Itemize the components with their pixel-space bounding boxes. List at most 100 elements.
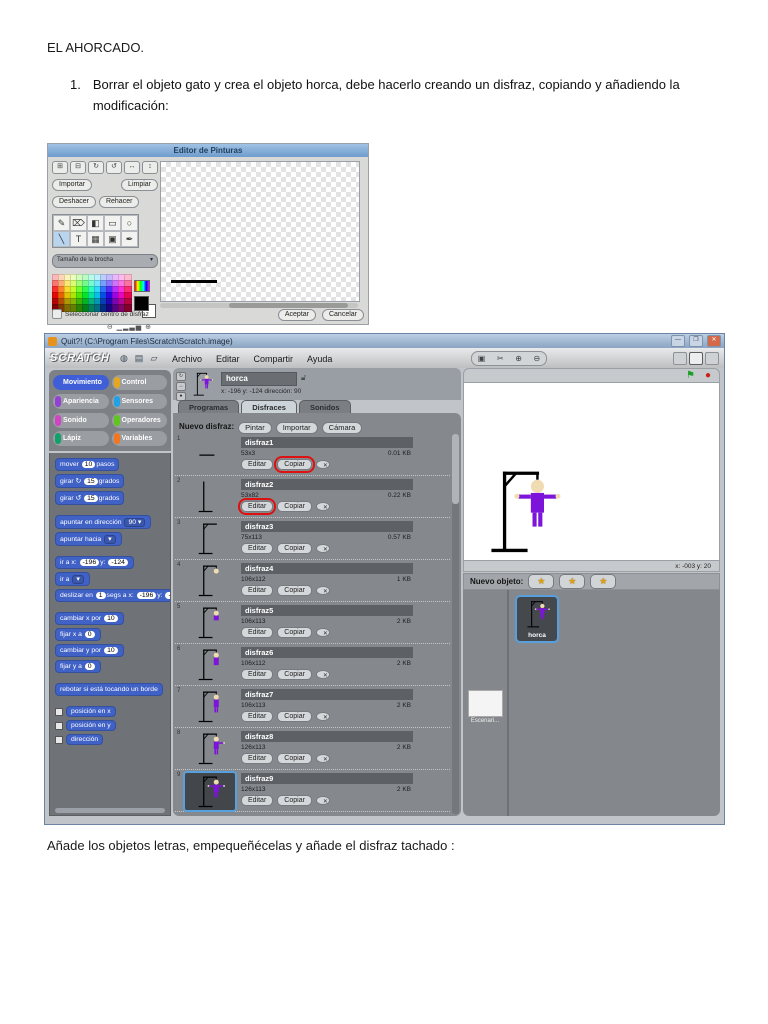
costume-copy-button[interactable]: Copiar (277, 711, 312, 722)
x-delete-icon[interactable]: ✕ (315, 544, 330, 553)
costume-edit-button[interactable]: Editar (241, 795, 274, 806)
text-icon[interactable]: T (70, 231, 87, 247)
costume-name[interactable]: disfraz5 (241, 605, 413, 616)
costume-copy-button[interactable]: Copiar (277, 501, 312, 512)
costume-name[interactable]: disfraz3 (241, 521, 413, 532)
block[interactable]: ir a x: -196 y: -124 (55, 556, 134, 569)
costume-copy-button[interactable]: Copiar (277, 753, 312, 764)
undo-button[interactable]: Deshacer (52, 196, 96, 208)
shrink-sprite-icon[interactable]: ⊖ (533, 353, 540, 365)
costume-copy-button[interactable]: Copiar (277, 585, 312, 596)
costume-thumbnail[interactable] (185, 562, 235, 599)
rotate-ccw-icon[interactable]: ↺ (106, 161, 122, 174)
costume-name[interactable]: disfraz4 (241, 563, 413, 574)
block[interactable]: apuntar en dirección 90 ▾ (55, 515, 152, 529)
costume-thumbnail[interactable] (185, 604, 235, 641)
tab-programas[interactable]: Programas (178, 400, 240, 414)
menu-compartir[interactable]: Compartir (254, 354, 294, 364)
block[interactable]: girar ↻ 15 grados (55, 474, 125, 488)
block-value[interactable]: 10 (81, 461, 96, 468)
category-control[interactable]: Control (111, 375, 167, 390)
select-icon[interactable]: ▦ (87, 231, 104, 247)
new-costume-pintar-button[interactable]: Pintar (238, 422, 272, 434)
costume-copy-button[interactable]: Copiar (277, 543, 312, 554)
costume-edit-button[interactable]: Editar (241, 627, 274, 638)
sprite-list-item-horca[interactable]: horca (515, 595, 559, 643)
new-costume-cámara-button[interactable]: Cámara (321, 422, 363, 434)
import-button[interactable]: Importar (52, 179, 93, 191)
block-value[interactable]: 0 (84, 631, 95, 638)
block-value[interactable]: 15 (84, 495, 98, 502)
open-folder-icon[interactable]: ▱ (148, 352, 160, 364)
rectangle-icon[interactable]: ▭ (104, 215, 121, 231)
stage[interactable] (463, 382, 720, 562)
block-dropdown[interactable]: ▾ (104, 535, 116, 544)
grow-icon[interactable]: ⊞ (52, 161, 68, 174)
costume-edit-button[interactable]: Editar (241, 753, 274, 764)
costume-thumbnail[interactable] (185, 646, 235, 683)
category-sonido[interactable]: Sonido (53, 412, 109, 428)
category-lápiz[interactable]: Lápiz (53, 431, 109, 447)
block[interactable]: cambiar y por 10 (55, 644, 124, 657)
surprise-sprite-star-icon[interactable]: ★ (590, 574, 617, 589)
costume-list-scrollbar[interactable] (452, 434, 459, 814)
brush-icon[interactable]: ✎ (53, 215, 70, 231)
costume-name[interactable]: disfraz6 (241, 647, 413, 658)
color-gradient-button[interactable] (134, 280, 150, 292)
brush-size-dropdown[interactable]: Tamaño de la brocha ▾ (52, 254, 158, 268)
category-sensores[interactable]: Sensores (111, 393, 167, 409)
watcher-checkbox[interactable] (55, 707, 63, 716)
block[interactable]: cambiar x por 10 (55, 612, 124, 625)
small-stage-icon[interactable] (673, 352, 687, 365)
costume-copy-button[interactable]: Copiar (277, 795, 312, 806)
tab-disfraces[interactable]: Disfraces (241, 400, 297, 414)
x-delete-icon[interactable]: ✕ (315, 628, 330, 637)
stage-thumbnail[interactable] (468, 690, 503, 717)
costume-edit-button[interactable]: Editar (241, 669, 274, 680)
normal-stage-icon[interactable] (689, 352, 703, 365)
paint-new-sprite-star-icon[interactable]: ★ (528, 574, 555, 589)
category-movimiento[interactable]: Movimiento (53, 375, 109, 390)
import-sprite-star-icon[interactable]: ★ (559, 574, 586, 589)
block-value[interactable]: 10 (104, 647, 118, 654)
save-icon[interactable]: ▤ (133, 352, 145, 364)
maximize-button[interactable]: ❐ (689, 335, 703, 347)
block[interactable]: mover 10 pasos (55, 458, 120, 471)
clear-button[interactable]: Limpiar (121, 179, 158, 191)
menu-archivo[interactable]: Archivo (172, 354, 202, 364)
presentation-mode-icon[interactable] (705, 352, 719, 365)
x-delete-icon[interactable]: ✕ (315, 586, 330, 595)
block-value[interactable]: 10 (104, 615, 118, 622)
category-apariencia[interactable]: Apariencia (53, 393, 109, 409)
canvas-scrollbar[interactable] (160, 303, 358, 308)
block-value[interactable]: 15 (84, 478, 98, 485)
shrink-icon[interactable]: ⊟ (70, 161, 86, 174)
lock-icon[interactable]: 🔓︎ (301, 373, 306, 383)
set-center-button[interactable] (52, 309, 62, 319)
block[interactable]: deslizar en 1segs a x: -196y: -1 (55, 589, 170, 602)
costume-copy-button[interactable]: Copiar (274, 456, 315, 473)
x-delete-icon[interactable]: ✕ (315, 796, 330, 805)
block-dropdown[interactable]: ▾ (72, 575, 84, 584)
costume-name[interactable]: disfraz1 (241, 437, 413, 448)
costume-edit-button[interactable]: Editar (237, 498, 277, 515)
costume-edit-button[interactable]: Editar (241, 585, 274, 596)
costume-edit-button[interactable]: Editar (241, 543, 274, 554)
color-palette[interactable] (52, 274, 132, 312)
flip-vertical-icon[interactable]: ↕ (142, 161, 158, 174)
costume-name[interactable]: disfraz9 (241, 773, 413, 784)
x-delete-icon[interactable]: ✕ (315, 670, 330, 679)
block-value[interactable]: 1 (95, 592, 106, 599)
block-value[interactable]: -124 (108, 559, 128, 566)
costume-thumbnail[interactable] (185, 478, 235, 515)
watcher-label[interactable]: posición en y (66, 720, 116, 731)
block-value[interactable]: -196 (136, 592, 157, 599)
costume-thumbnail[interactable] (183, 771, 237, 812)
watcher-label[interactable]: posición en x (66, 706, 116, 717)
block[interactable]: fijar y a 0 (55, 660, 101, 673)
watcher-checkbox[interactable] (55, 721, 63, 730)
menu-editar[interactable]: Editar (216, 354, 240, 364)
block[interactable]: girar ↺ 15 grados (55, 491, 125, 505)
close-button[interactable]: ✕ (707, 335, 721, 347)
rotation-style-buttons[interactable]: ↻ ↔ ● (176, 372, 186, 401)
